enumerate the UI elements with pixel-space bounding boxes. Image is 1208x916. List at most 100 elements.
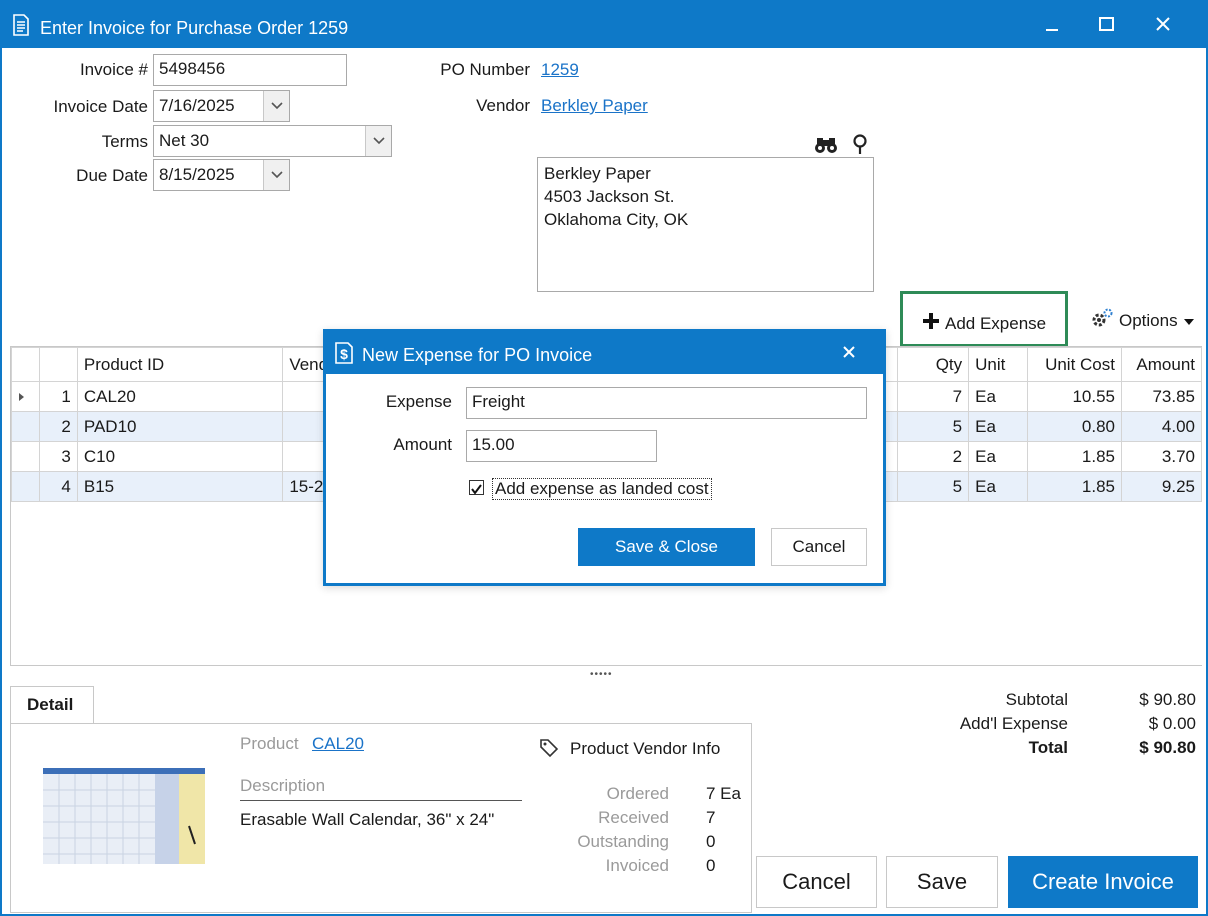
unit-cost-cell[interactable]: 1.85	[1027, 471, 1122, 502]
unit-cost-cell[interactable]: 10.55	[1027, 381, 1122, 412]
close-button[interactable]	[1140, 8, 1186, 40]
svg-text:$: $	[340, 346, 348, 362]
total-value: $ 90.80	[1139, 738, 1196, 757]
row-number: 1	[38, 381, 78, 412]
due-date-picker[interactable]: 8/15/2025	[153, 159, 290, 191]
add-expense-label: Add Expense	[945, 313, 1047, 333]
document-icon	[12, 14, 30, 41]
product-id-cell[interactable]: C10	[76, 441, 284, 472]
column-header-product-id[interactable]: Product ID	[76, 347, 284, 382]
row-indicator	[11, 441, 40, 472]
address-line: Oklahoma City, OK	[544, 210, 689, 229]
dialog-close-button[interactable]	[834, 338, 864, 366]
product-id-cell[interactable]: PAD10	[76, 411, 284, 442]
terms-label: Terms	[101, 132, 148, 151]
row-indicator-header	[11, 347, 40, 382]
create-invoice-button[interactable]: Create Invoice	[1008, 856, 1198, 908]
product-id-cell[interactable]: CAL20	[76, 381, 284, 412]
product-id-cell[interactable]: B15	[76, 471, 284, 502]
unit-cell[interactable]: Ea	[968, 441, 1029, 472]
chevron-down-icon[interactable]	[263, 160, 289, 190]
options-label: Options	[1119, 310, 1178, 330]
po-number-link[interactable]: 1259	[541, 60, 579, 80]
subtotal-label: Subtotal	[1005, 690, 1068, 709]
tag-icon	[539, 738, 559, 763]
product-link[interactable]: CAL20	[312, 734, 364, 754]
unit-cell[interactable]: Ea	[968, 381, 1029, 412]
invoice-date-picker[interactable]: 7/16/2025	[153, 90, 290, 122]
dialog-title: New Expense for PO Invoice	[362, 345, 593, 365]
tab-detail[interactable]: Detail	[10, 686, 94, 724]
invoice-date-label: Invoice Date	[53, 97, 149, 116]
splitter-handle[interactable]: •••••	[590, 669, 613, 680]
description-value: Erasable Wall Calendar, 36" x 24"	[240, 810, 495, 829]
vendor-label: Vendor	[476, 96, 530, 115]
save-close-button[interactable]: Save & Close	[578, 528, 755, 566]
maximize-button[interactable]	[1084, 8, 1130, 40]
amount-cell[interactable]: 9.25	[1120, 471, 1203, 502]
title-bar: Enter Invoice for Purchase Order 1259	[2, 2, 1206, 48]
save-button[interactable]: Save	[886, 856, 998, 908]
expense-field[interactable]: Freight	[466, 387, 867, 419]
unit-cell[interactable]: Ea	[968, 411, 1029, 442]
vendor-address-box[interactable]: Berkley Paper 4503 Jackson St. Oklahoma …	[537, 157, 874, 292]
dollar-document-icon: $	[334, 342, 354, 369]
vendor-link[interactable]: Berkley Paper	[541, 96, 648, 116]
product-label: Product	[240, 734, 299, 753]
column-header-amount[interactable]: Amount	[1120, 347, 1203, 382]
addl-expense-value: $ 0.00	[1148, 714, 1196, 733]
ordered-label: Ordered	[606, 784, 669, 803]
qty-cell[interactable]: 5	[897, 411, 970, 442]
received-label: Received	[598, 808, 669, 827]
product-vendor-info-title: Product Vendor Info	[570, 739, 721, 758]
outstanding-label: Outstanding	[577, 832, 669, 851]
description-label: Description	[240, 776, 326, 795]
addl-expense-label: Add'l Expense	[959, 714, 1068, 733]
dialog-cancel-button[interactable]: Cancel	[771, 528, 867, 566]
amount-cell[interactable]: 73.85	[1120, 381, 1203, 412]
unit-cost-cell[interactable]: 1.85	[1027, 441, 1122, 472]
due-date-value: 8/15/2025	[159, 165, 235, 184]
address-line: Berkley Paper	[544, 164, 651, 183]
landed-cost-label[interactable]: Add expense as landed cost	[492, 478, 712, 500]
row-number: 2	[38, 411, 78, 442]
outstanding-value: 0	[706, 832, 716, 851]
unit-cell[interactable]: Ea	[968, 471, 1029, 502]
description-divider	[240, 800, 522, 801]
terms-select[interactable]: Net 30	[153, 125, 392, 157]
row-number: 3	[38, 441, 78, 472]
qty-cell[interactable]: 7	[897, 381, 970, 412]
chevron-down-icon[interactable]	[263, 91, 289, 121]
add-expense-button[interactable]: Add Expense	[900, 291, 1068, 347]
row-indicator	[11, 471, 40, 502]
invoice-date-value: 7/16/2025	[159, 96, 235, 115]
current-row-indicator-icon	[11, 381, 40, 412]
column-header-qty[interactable]: Qty	[897, 347, 970, 382]
caret-down-icon	[1183, 311, 1195, 331]
invoice-number-label: Invoice #	[79, 60, 148, 79]
amount-cell[interactable]: 3.70	[1120, 441, 1203, 472]
gear-icon	[1090, 307, 1114, 334]
unit-cost-cell[interactable]: 0.80	[1027, 411, 1122, 442]
row-indicator	[11, 411, 40, 442]
amount-field[interactable]: 15.00	[466, 430, 657, 462]
window-title: Enter Invoice for Purchase Order 1259	[40, 18, 349, 38]
invoiced-label: Invoiced	[605, 856, 669, 875]
invoice-number-field[interactable]: 5498456	[153, 54, 347, 86]
received-value: 7	[706, 808, 716, 827]
total-label: Total	[1028, 738, 1068, 757]
amount-label: Amount	[393, 435, 452, 454]
row-number-header	[38, 347, 78, 382]
column-header-unit[interactable]: Unit	[968, 347, 1029, 382]
qty-cell[interactable]: 2	[897, 441, 970, 472]
new-expense-dialog: $ New Expense for PO Invoice Expense Fre…	[323, 329, 886, 586]
cancel-button[interactable]: Cancel	[756, 856, 877, 908]
options-menu[interactable]: Options	[1090, 307, 1195, 334]
qty-cell[interactable]: 5	[897, 471, 970, 502]
minimize-button[interactable]	[1030, 8, 1076, 40]
landed-cost-checkbox[interactable]	[469, 480, 484, 495]
binoculars-icon[interactable]	[814, 136, 838, 159]
amount-cell[interactable]: 4.00	[1120, 411, 1203, 442]
chevron-down-icon[interactable]	[365, 126, 391, 156]
column-header-unit-cost[interactable]: Unit Cost	[1027, 347, 1122, 382]
